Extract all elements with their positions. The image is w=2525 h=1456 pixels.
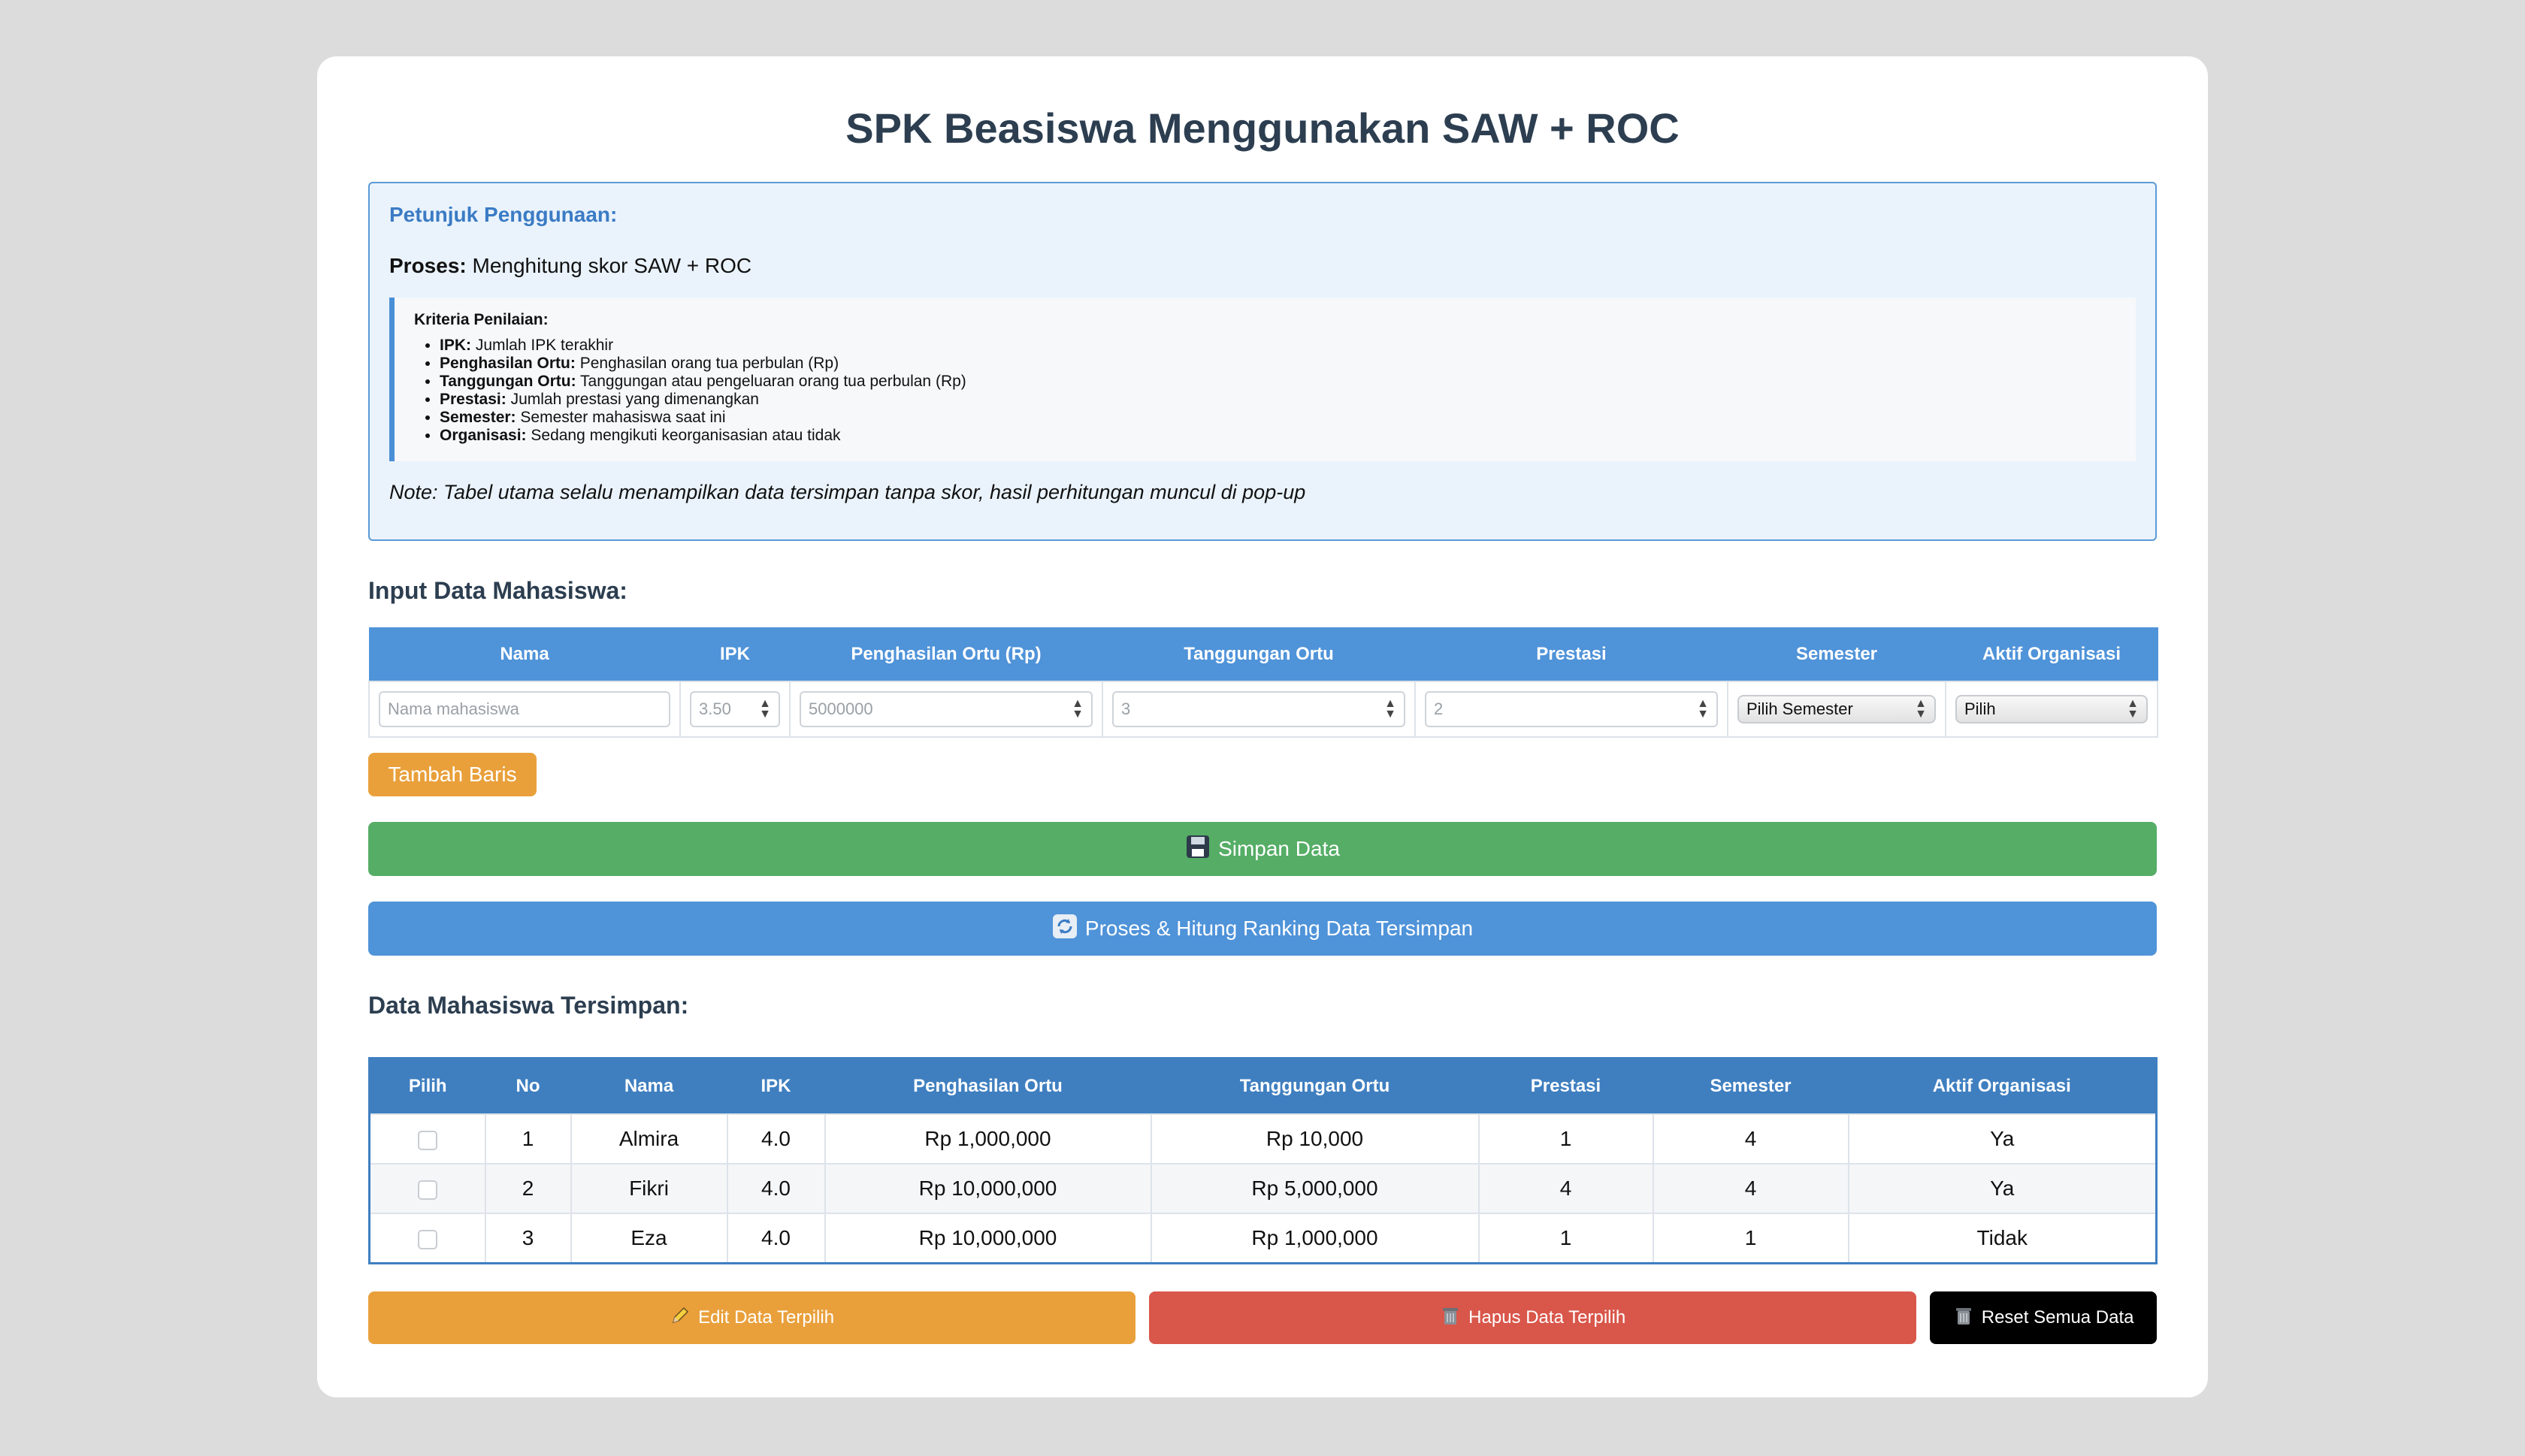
semester-select[interactable]: Pilih Semester ▲ ▼ xyxy=(1737,695,1936,724)
stored-data-table: Pilih No Nama IPK Penghasilan Ortu Tangg… xyxy=(368,1057,2158,1265)
refresh-icon xyxy=(1052,914,1078,944)
cell-tanggungan: Rp 1,000,000 xyxy=(1150,1213,1480,1264)
cell-prestasi: 4 xyxy=(1477,1163,1654,1215)
input-section-title: Input Data Mahasiswa: xyxy=(368,577,627,605)
cell-penghasilan: Rp 10,000,000 xyxy=(824,1213,1152,1264)
table-row: 1 Almira 4.0 Rp 1,000,000 Rp 10,000 1 4 … xyxy=(368,1113,2158,1165)
delete-selected-button[interactable]: Hapus Data Terpilih xyxy=(1149,1291,1917,1345)
trash-icon xyxy=(1440,1305,1461,1331)
tanggungan-input[interactable]: 3 ▲ ▼ xyxy=(1112,691,1405,728)
reset-all-button[interactable]: Reset Semua Data xyxy=(1930,1291,2157,1345)
col-header-nama: Nama xyxy=(570,1058,727,1115)
process-label: Proses: xyxy=(389,254,467,278)
cell-nama: Fikri xyxy=(570,1163,728,1215)
stepper-icon[interactable]: ▲ ▼ xyxy=(759,698,771,720)
cell-prestasi: 1 xyxy=(1477,1113,1654,1165)
organisasi-select[interactable]: Pilih ▲ ▼ xyxy=(1955,695,2148,724)
cell-ipk: 4.0 xyxy=(726,1163,826,1215)
add-row-button[interactable]: Tambah Baris xyxy=(368,753,537,797)
table-row: 2 Fikri 4.0 Rp 10,000,000 Rp 5,000,000 4… xyxy=(368,1163,2158,1215)
trash-icon xyxy=(1953,1305,1974,1331)
col-header-ipk: IPK xyxy=(727,1058,825,1115)
stepper-icon[interactable]: ▲ ▼ xyxy=(1384,698,1396,720)
instructions-panel: Petunjuk Penggunaan: Proses: Menghitung … xyxy=(368,182,2157,542)
cell-tanggungan: Rp 5,000,000 xyxy=(1150,1163,1480,1215)
row-checkbox[interactable] xyxy=(417,1130,437,1150)
cell-penghasilan: Rp 10,000,000 xyxy=(824,1163,1152,1215)
edit-selected-button[interactable]: Edit Data Terpilih xyxy=(368,1291,1136,1345)
input-header-tanggungan: Tanggungan Ortu xyxy=(1102,627,1416,682)
cell-organisasi: Ya xyxy=(1847,1163,2158,1215)
cell-organisasi: Ya xyxy=(1847,1113,2158,1165)
main-card: SPK Beasiswa Menggunakan SAW + ROC Petun… xyxy=(317,56,2208,1397)
process-ranking-button[interactable]: Proses & Hitung Ranking Data Tersimpan xyxy=(368,902,2157,956)
col-header-semester: Semester xyxy=(1653,1058,1849,1115)
prestasi-input[interactable]: 2 ▲ ▼ xyxy=(1425,691,1718,728)
criteria-item-tanggungan: Tanggungan Ortu: Tanggungan atau pengelu… xyxy=(440,373,2116,391)
note-text: Note: Tabel utama selalu menampilkan dat… xyxy=(389,481,1306,504)
criteria-box: Kriteria Penilaian: IPK: Jumlah IPK tera… xyxy=(389,298,2136,462)
page-title: SPK Beasiswa Menggunakan SAW + ROC xyxy=(845,104,1680,152)
input-table: Nama IPK Penghasilan Ortu (Rp) Tanggunga… xyxy=(368,627,2158,739)
cell-organisasi: Tidak xyxy=(1847,1213,2158,1264)
table-row: 3 Eza 4.0 Rp 10,000,000 Rp 1,000,000 1 1… xyxy=(368,1213,2158,1264)
actions-row: Edit Data Terpilih Hapus Data Terpilih R… xyxy=(368,1291,2157,1345)
select-arrows-icon: ▲ ▼ xyxy=(1915,697,1927,721)
process-text: Menghitung skor SAW + ROC xyxy=(472,254,752,278)
input-header-ipk: IPK xyxy=(679,627,791,682)
criteria-item-penghasilan: Penghasilan Ortu: Penghasilan orang tua … xyxy=(440,355,2116,373)
cell-semester: 4 xyxy=(1652,1163,1849,1215)
input-header-organisasi: Aktif Organisasi xyxy=(1945,627,2158,682)
col-header-organisasi: Aktif Organisasi xyxy=(1848,1058,2157,1115)
pencil-icon xyxy=(670,1305,691,1331)
row-checkbox[interactable] xyxy=(417,1180,437,1200)
process-description: Proses: Menghitung skor SAW + ROC xyxy=(389,254,2136,278)
col-header-penghasilan: Penghasilan Ortu xyxy=(824,1058,1151,1115)
cell-semester: 4 xyxy=(1652,1113,1849,1165)
cell-prestasi: 1 xyxy=(1477,1213,1654,1264)
stepper-icon[interactable]: ▲ ▼ xyxy=(1697,698,1709,720)
floppy-disk-icon xyxy=(1185,834,1211,865)
col-header-pilih: Pilih xyxy=(369,1058,485,1115)
select-arrows-icon: ▲ ▼ xyxy=(2127,697,2139,721)
input-header-penghasilan: Penghasilan Ortu (Rp) xyxy=(789,627,1103,682)
nama-input[interactable]: Nama mahasiswa xyxy=(379,691,670,728)
criteria-item-prestasi: Prestasi: Jumlah prestasi yang dimenangk… xyxy=(440,391,2116,409)
col-header-no: No xyxy=(485,1058,571,1115)
cell-nama: Almira xyxy=(570,1113,728,1165)
instructions-heading: Petunjuk Penggunaan: xyxy=(389,203,618,227)
col-header-tanggungan: Tanggungan Ortu xyxy=(1151,1058,1479,1115)
cell-no: 2 xyxy=(484,1163,572,1215)
cell-tanggungan: Rp 10,000 xyxy=(1150,1113,1480,1165)
input-header-nama: Nama xyxy=(368,627,681,682)
cell-ipk: 4.0 xyxy=(726,1113,826,1165)
ipk-input[interactable]: 3.50 ▲ ▼ xyxy=(690,691,780,728)
row-checkbox[interactable] xyxy=(417,1229,437,1249)
cell-no: 3 xyxy=(484,1213,572,1264)
cell-no: 1 xyxy=(484,1113,572,1165)
input-header-prestasi: Prestasi xyxy=(1414,627,1728,682)
criteria-title: Kriteria Penilaian: xyxy=(414,311,549,329)
save-data-button[interactable]: Simpan Data xyxy=(368,822,2157,877)
criteria-item-organisasi: Organisasi: Sedang mengikuti keorganisas… xyxy=(440,427,2116,445)
col-header-prestasi: Prestasi xyxy=(1478,1058,1653,1115)
criteria-item-semester: Semester: Semester mahasiswa saat ini xyxy=(440,409,2116,427)
stepper-icon[interactable]: ▲ ▼ xyxy=(1072,698,1084,720)
criteria-item-ipk: IPK: Jumlah IPK terakhir xyxy=(440,337,2116,355)
cell-ipk: 4.0 xyxy=(726,1213,826,1264)
cell-nama: Eza xyxy=(570,1213,728,1264)
penghasilan-input[interactable]: 5000000 ▲ ▼ xyxy=(800,691,1093,728)
stored-section-title: Data Mahasiswa Tersimpan: xyxy=(368,992,689,1020)
cell-penghasilan: Rp 1,000,000 xyxy=(824,1113,1152,1165)
cell-semester: 1 xyxy=(1652,1213,1849,1264)
input-header-semester: Semester xyxy=(1727,627,1946,682)
criteria-list: IPK: Jumlah IPK terakhir Penghasilan Ort… xyxy=(414,337,2116,445)
